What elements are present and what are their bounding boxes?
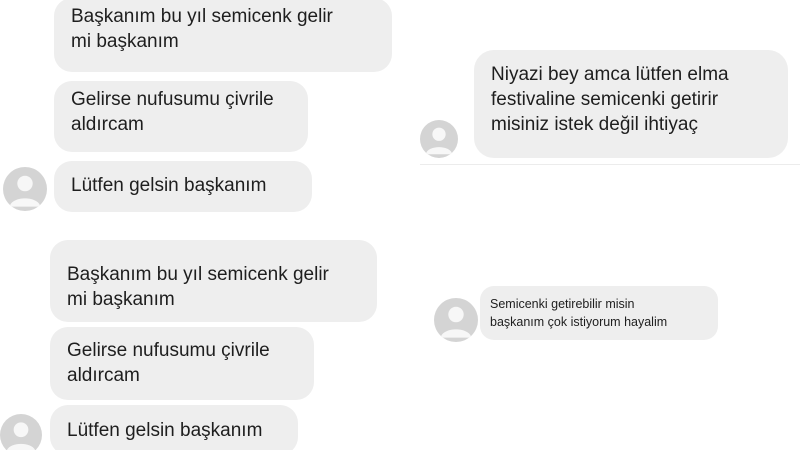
comment-thread-4: Semicenki getirebilir misin başkanım çok… (410, 238, 800, 450)
user-avatar-icon[interactable] (0, 414, 42, 450)
message-bubble: Başkanım bu yıl semicenk gelir mi başkan… (50, 240, 377, 322)
user-avatar-icon[interactable] (434, 298, 478, 342)
message-bubble: Başkanım bu yıl semicenk gelir mi başkan… (54, 0, 392, 72)
message-bubble: Lütfen gelsin başkanım (54, 161, 312, 212)
divider (420, 164, 800, 165)
comment-thread-2: Niyazi bey amca lütfen elma festivaline … (410, 0, 800, 230)
comment-thread-3: Başkanım bu yıl semicenk gelir mi başkan… (0, 238, 410, 450)
user-avatar-icon[interactable] (420, 120, 458, 158)
comment-thread-1: Başkanım bu yıl semicenk gelir mi başkan… (0, 0, 410, 230)
message-bubble: Niyazi bey amca lütfen elma festivaline … (474, 50, 788, 158)
message-bubble: Semicenki getirebilir misin başkanım çok… (480, 286, 718, 340)
user-avatar-icon[interactable] (3, 167, 47, 211)
message-bubble: Lütfen gelsin başkanım (50, 405, 298, 450)
message-bubble: Gelirse nufusumu çivrile aldırcam (54, 81, 308, 152)
message-bubble: Gelirse nufusumu çivrile aldırcam (50, 327, 314, 400)
